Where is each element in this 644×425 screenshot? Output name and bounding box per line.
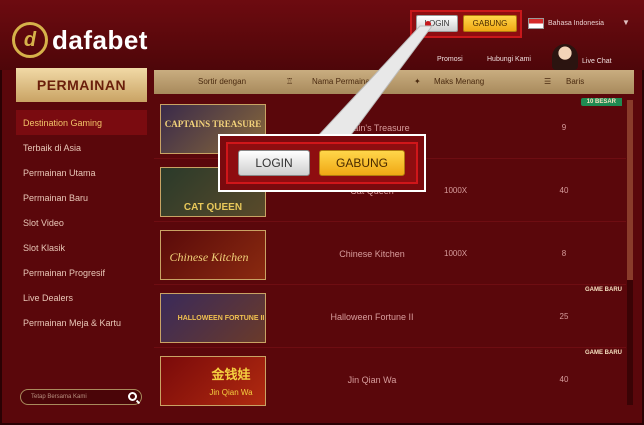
game-thumbnail[interactable]: 金钱娃 Jin Qian Wa: [160, 356, 266, 406]
chevron-down-icon[interactable]: ▼: [622, 18, 630, 27]
dafabet-logo[interactable]: d dafabet: [12, 20, 148, 60]
game-lines: 8: [561, 249, 567, 258]
game-max-win: 1000X: [444, 249, 468, 258]
click-indicator: [425, 21, 431, 27]
list-item[interactable]: 金钱娃 Jin Qian Wa Jin Qian Wa 40 GAME BARU: [154, 348, 626, 406]
list-item[interactable]: Chinese Kitchen Chinese Kitchen 1000X 8: [154, 222, 626, 285]
status-badge: 10 BESAR: [580, 98, 622, 106]
sort-label: Sortir dengan: [198, 77, 247, 86]
language-label: Bahasa Indonesia: [548, 20, 605, 27]
join-button-zoomed[interactable]: GABUNG: [319, 150, 405, 176]
game-name[interactable]: Chinese Kitchen: [282, 249, 462, 259]
live-chat-avatar[interactable]: [552, 44, 578, 70]
thumbnail-title: HALLOWEEN FORTUNE II: [178, 315, 265, 322]
sidebar-item-live-dealers[interactable]: Live Dealers: [16, 285, 147, 310]
sidebar-item-table-card[interactable]: Permainan Meja & Kartu: [16, 310, 147, 335]
game-lines: 40: [559, 375, 569, 384]
status-badge: GAME BARU: [585, 350, 622, 356]
game-thumbnail[interactable]: HALLOWEEN FORTUNE II: [160, 293, 266, 343]
list-item[interactable]: HALLOWEEN FORTUNE II Halloween Fortune I…: [154, 285, 626, 348]
thumbnail-title: CAT QUEEN: [184, 202, 242, 213]
language-selector[interactable]: Bahasa Indonesia: [528, 18, 604, 29]
slot-machine-icon: ♖: [286, 77, 294, 86]
game-lines: 9: [561, 123, 567, 132]
sidebar-item-best-in-asia[interactable]: Terbaik di Asia: [16, 135, 147, 160]
sort-by-lines[interactable]: Baris: [566, 77, 584, 86]
game-name[interactable]: Halloween Fortune II: [282, 312, 462, 322]
search-input[interactable]: Tetap Bersama Kami: [20, 389, 142, 405]
sidebar-item-video-slots[interactable]: Slot Video: [16, 210, 147, 235]
sidebar-menu: Destination Gaming Terbaik di Asia Perma…: [16, 110, 147, 335]
search-icon[interactable]: [128, 392, 137, 401]
login-button-zoomed[interactable]: LOGIN: [238, 150, 310, 176]
thumbnail-title: Chinese Kitchen: [170, 250, 249, 264]
game-lines: 40: [559, 186, 569, 195]
sidebar-title: PERMAINAN: [16, 68, 147, 102]
scrollbar-thumb[interactable]: [627, 100, 633, 280]
contact-link[interactable]: Hubungi Kami: [487, 56, 531, 63]
game-name[interactable]: Captain's Treasure: [282, 123, 462, 133]
sidebar-item-progressive[interactable]: Permainan Progresif: [16, 260, 147, 285]
live-chat-link[interactable]: Live Chat: [582, 58, 612, 65]
sort-by-name[interactable]: Nama Permainan: [312, 77, 374, 86]
promo-link[interactable]: Promosi: [437, 56, 463, 63]
thumbnail-title: Jin Qian Wa: [209, 388, 253, 397]
game-thumbnail[interactable]: Chinese Kitchen: [160, 230, 266, 280]
thumbnail-title: CAPTAINS TREASURE: [165, 119, 261, 129]
sort-bar: Sortir dengan ♖ Nama Permainan ✦ Maks Me…: [154, 70, 634, 94]
join-button[interactable]: GABUNG: [463, 15, 517, 32]
logo-mark: d: [12, 22, 48, 58]
sort-by-max-win[interactable]: Maks Menang: [434, 77, 484, 86]
money-bag-icon: ✦: [414, 77, 421, 86]
game-name[interactable]: Jin Qian Wa: [282, 375, 462, 385]
sidebar-item-classic-slots[interactable]: Slot Klasik: [16, 235, 147, 260]
lines-icon: ☰: [544, 77, 552, 86]
status-badge: GAME BARU: [585, 287, 622, 293]
thumbnail-title-cn: 金钱娃: [210, 367, 250, 383]
game-max-win: 1000X: [444, 186, 468, 195]
game-lines: 25: [559, 312, 569, 321]
login-button[interactable]: LOGIN: [416, 15, 458, 32]
sidebar-item-main-games[interactable]: Permainan Utama: [16, 160, 147, 185]
sidebar-item-destination-gaming[interactable]: Destination Gaming: [16, 110, 147, 135]
search-placeholder: Tetap Bersama Kami: [31, 394, 87, 400]
scrollbar[interactable]: [627, 100, 633, 405]
indonesia-flag-icon: [528, 18, 544, 29]
logo-text: dafabet: [52, 24, 148, 55]
sidebar-item-new-games[interactable]: Permainan Baru: [16, 185, 147, 210]
